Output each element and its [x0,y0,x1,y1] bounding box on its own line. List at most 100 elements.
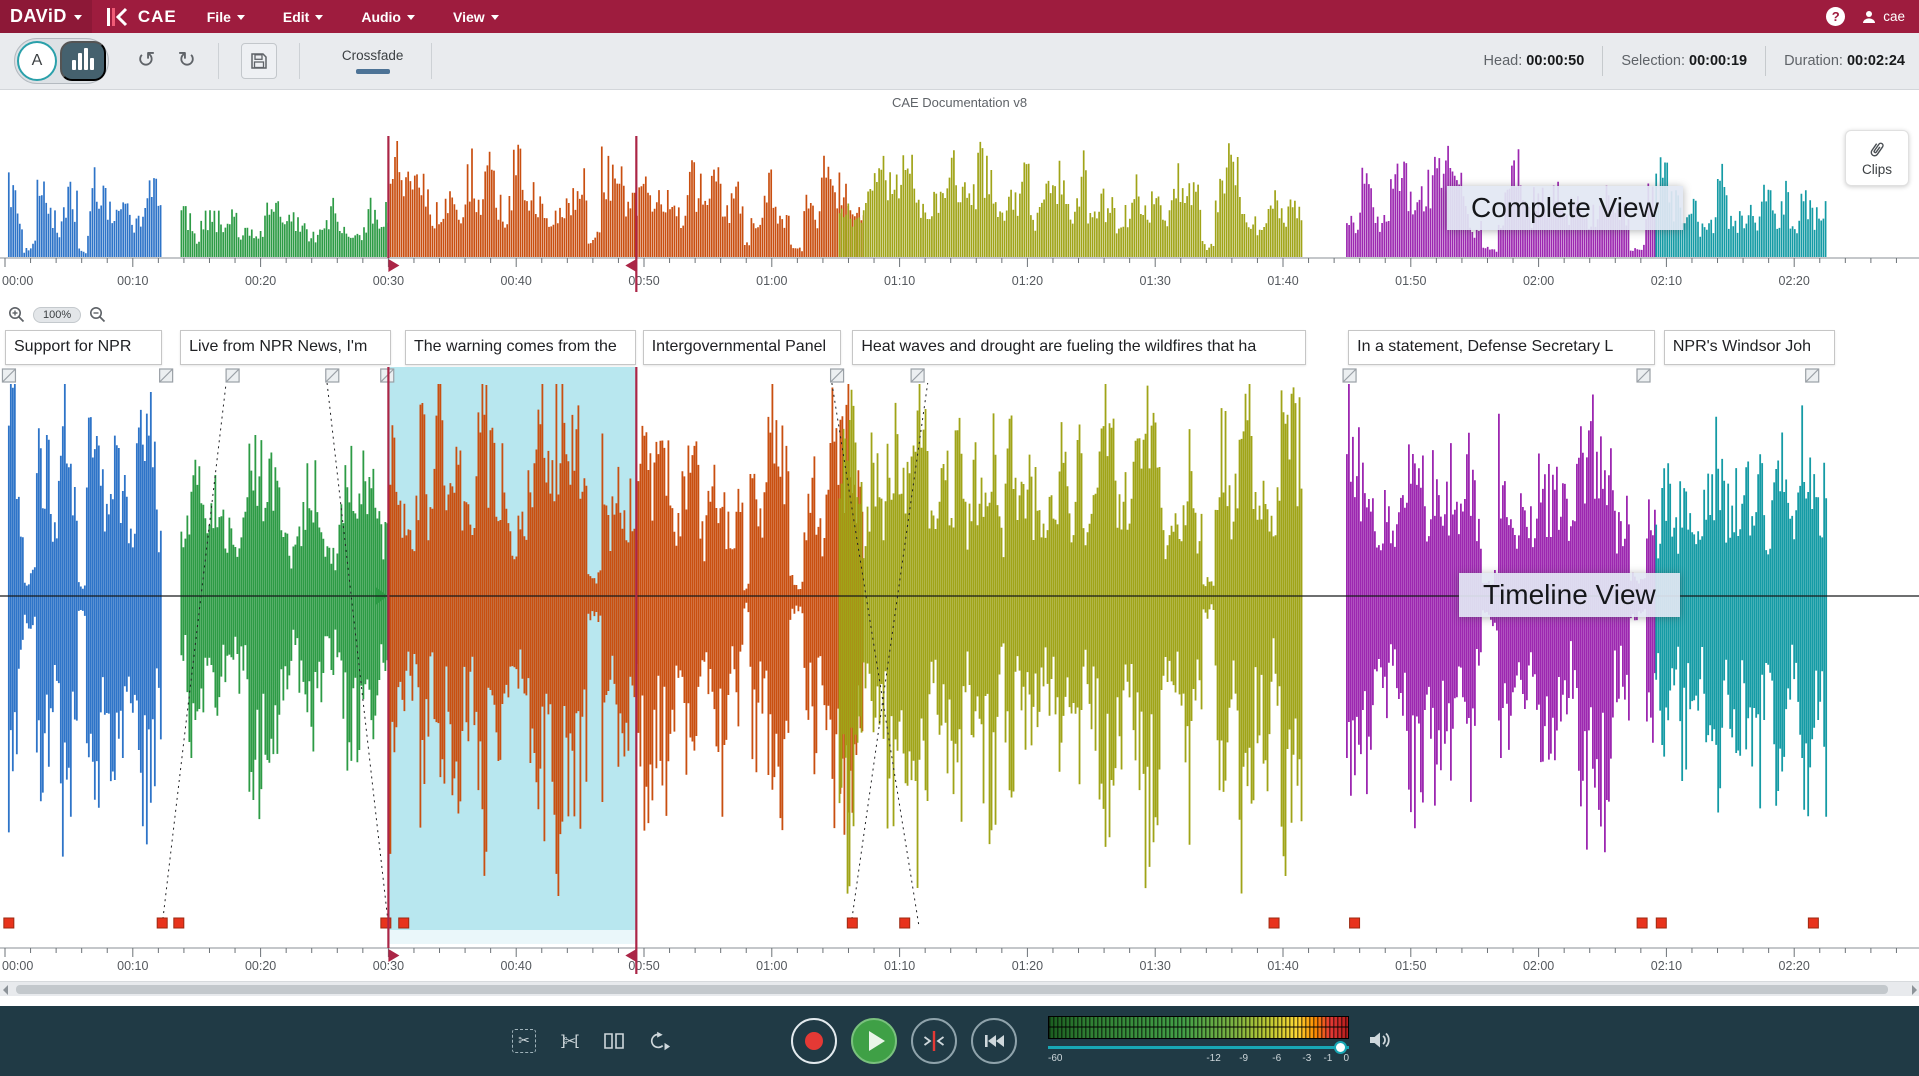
cut-selection-button[interactable] [512,1029,536,1053]
divider [299,43,300,79]
menubar: File Edit Audio View [207,9,499,25]
chevron-down-icon [491,15,499,24]
clip-marker[interactable] [157,918,167,928]
selection-start-flag[interactable] [388,259,399,272]
locate-playhead-button[interactable] [911,1018,957,1064]
clip-marker[interactable] [900,918,910,928]
crossfade-button[interactable]: Crossfade [322,44,424,78]
redo-button[interactable] [177,50,195,72]
svg-text:01:40: 01:40 [1267,274,1298,288]
clip-marker[interactable] [1350,918,1360,928]
svg-text:00:40: 00:40 [501,959,532,973]
svg-text:01:20: 01:20 [1012,274,1043,288]
overview-clip-olive [840,142,1302,257]
scroll-left-arrow[interactable] [3,985,8,995]
svg-text:01:20: 01:20 [1012,959,1043,973]
meter-scale-label: -1 [1323,1053,1332,1064]
undo-button[interactable] [137,50,155,72]
svg-text:01:30: 01:30 [1140,274,1171,288]
svg-text:01:40: 01:40 [1267,959,1298,973]
clip-title-2[interactable]: Live from NPR News, I'm [180,330,391,365]
clip-marker[interactable] [399,918,409,928]
timeline-clip-green[interactable] [181,435,387,819]
help-button[interactable]: ? [1826,7,1845,26]
scroll-right-arrow[interactable] [1912,985,1917,995]
svg-text:02:20: 02:20 [1779,274,1810,288]
clip-marker[interactable] [4,918,14,928]
david-logo-menu[interactable]: DAViD [0,0,92,33]
svg-text:00:20: 00:20 [245,959,276,973]
clip-marker[interactable] [1269,918,1279,928]
stat-duration: Duration: 00:02:24 [1784,52,1905,70]
clip-title-6[interactable]: In a statement, Defense Secretary L [1348,330,1655,365]
selection-end-flag[interactable] [625,259,636,272]
horizontal-scrollbar[interactable] [0,981,1919,996]
overview-clip-orange [388,141,863,257]
crossfade-label: Crossfade [342,48,404,63]
meter-scale-label: 0 [1343,1053,1349,1064]
timeline-clip-blue[interactable] [9,384,161,857]
menu-file[interactable]: File [207,9,245,25]
divider [1765,46,1766,76]
skip-to-start-button[interactable] [971,1018,1017,1064]
clip-title-4[interactable]: Intergovernmental Panel [643,330,841,365]
split-clip-button[interactable] [602,1029,626,1053]
scrollbar-thumb[interactable] [16,985,1888,994]
stat-value: 00:02:24 [1847,53,1905,69]
save-button[interactable] [241,43,277,79]
clips-button[interactable]: Clips [1845,130,1909,186]
menu-label: File [207,9,231,25]
meter-scale-label: -9 [1239,1053,1248,1064]
clip-marker[interactable] [1637,918,1647,928]
zoom-out-button[interactable] [89,306,106,323]
clip-marker[interactable] [1656,918,1666,928]
timeline-clip-purple[interactable] [1347,384,1655,852]
mode-a-button[interactable]: A [17,41,57,81]
play-button[interactable] [851,1018,897,1064]
zoom-in-button[interactable] [8,306,25,323]
timeline-clip-olive[interactable] [840,384,1302,894]
clip-marker[interactable] [174,918,184,928]
trim-selection-button[interactable]: ]✂[ [557,1029,581,1053]
clip-title-1[interactable]: Support for NPR [5,330,162,365]
svg-text:00:40: 00:40 [501,274,532,288]
menu-label: Edit [283,9,309,25]
complete-view-label: Complete View [1447,186,1683,230]
cae-app-window: DAViD CAE FileEditAudioView ? cae A [0,0,1919,1076]
mode-waveform-button[interactable] [60,41,106,81]
timeline-clip-teal[interactable] [1656,405,1826,816]
svg-text:00:50: 00:50 [628,274,659,288]
clip-marker[interactable] [847,918,857,928]
zoom-controls: 100% [8,306,106,323]
stat-value: 00:00:50 [1526,53,1584,69]
record-button[interactable] [791,1018,837,1064]
stat-selection: Selection: 00:00:19 [1621,52,1747,70]
menu-edit[interactable]: Edit [283,9,323,25]
clip-title-3[interactable]: The warning comes from the [405,330,636,365]
menu-label: Audio [361,9,401,25]
username: cae [1883,9,1905,24]
clip-marker[interactable] [1808,918,1818,928]
replay-from-here-button[interactable] [647,1029,671,1053]
menu-view[interactable]: View [453,9,499,25]
level-meter [1048,1016,1349,1039]
stat-label: Selection: [1621,53,1689,69]
titlebar: DAViD CAE FileEditAudioView ? cae [0,0,1919,33]
user-button[interactable]: cae [1861,9,1905,25]
zoom-level-badge: 100% [33,307,81,323]
menu-audio[interactable]: Audio [361,9,415,25]
clip-title-7[interactable]: NPR's Windsor Joh [1664,330,1835,365]
cae-app-icon [106,5,130,29]
svg-text:01:10: 01:10 [884,959,915,973]
speaker-button[interactable] [1368,1029,1392,1054]
svg-text:00:10: 00:10 [117,959,148,973]
transport-bar: ]✂[ [0,1006,1919,1076]
volume-slider[interactable] [1048,1046,1349,1049]
menu-label: View [453,9,485,25]
clip-title-5[interactable]: Heat waves and drought are fueling the w… [852,330,1306,365]
zoom-in-icon [8,306,25,323]
svg-text:01:50: 01:50 [1395,959,1426,973]
chevron-down-icon [237,15,245,24]
timeline-waveform[interactable]: 00:0000:1000:2000:3000:4000:5001:0001:10… [0,367,1919,979]
chevron-down-icon [407,15,415,24]
